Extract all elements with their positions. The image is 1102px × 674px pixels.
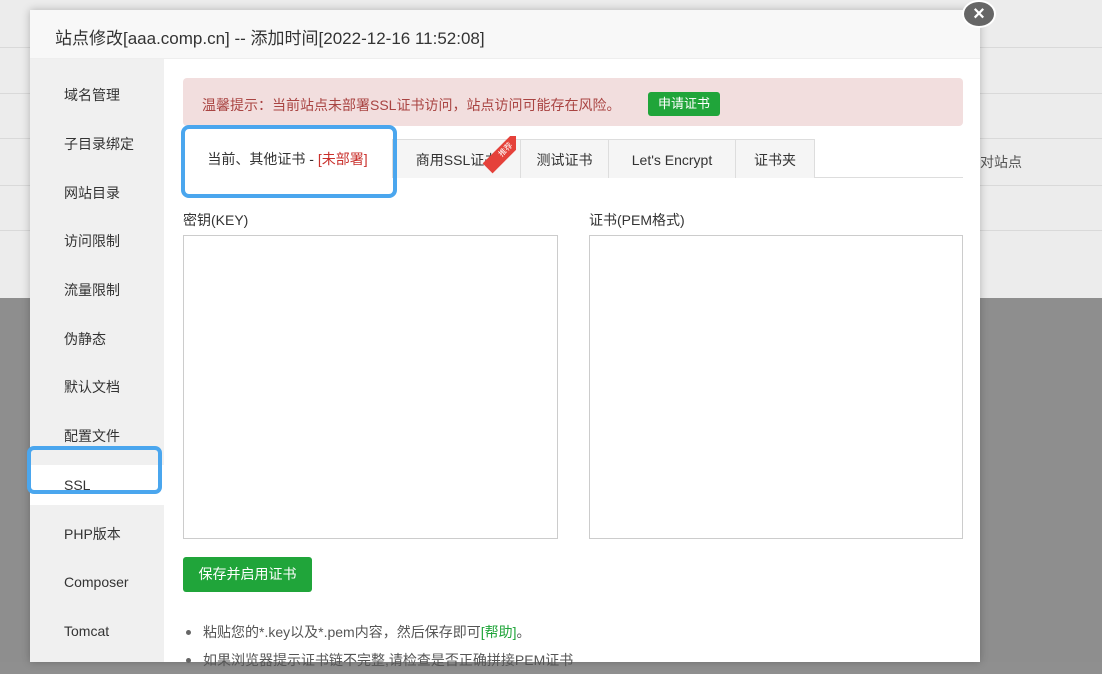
sidebar-item-traffic-limit[interactable]: 流量限制 xyxy=(30,270,164,310)
tab-highlight-outline xyxy=(181,125,397,198)
tab-certificate-folder[interactable]: 证书夹 xyxy=(735,139,815,178)
key-label: 密钥(KEY) xyxy=(183,212,249,228)
certificate-label: 证书(PEM格式) xyxy=(589,212,685,228)
certificate-pem-textarea[interactable] xyxy=(589,235,963,539)
sidebar-item-rewrite[interactable]: 伪静态 xyxy=(30,319,164,359)
recommend-badge: 推荐 xyxy=(478,136,516,174)
background-table-text: 对站点 xyxy=(980,154,1022,170)
save-enable-certificate-button[interactable]: 保存并启用证书 xyxy=(183,557,312,592)
ssl-highlight-outline xyxy=(27,446,162,494)
tab-lets-encrypt[interactable]: Let's Encrypt xyxy=(608,139,736,178)
sidebar-item-php-version[interactable]: PHP版本 xyxy=(30,514,164,554)
note-paste-text: 粘贴您的*.key以及*.pem内容，然后保存即可 xyxy=(203,624,481,640)
ssl-warning-alert: 温馨提示：当前站点未部署SSL证书访问，站点访问可能存在风险。 申请证书 xyxy=(183,78,963,126)
sidebar-item-site-directory[interactable]: 网站目录 xyxy=(30,173,164,213)
sidebar-item-domain-management[interactable]: 域名管理 xyxy=(30,75,164,115)
ssl-help-notes: 粘贴您的*.key以及*.pem内容，然后保存即可[帮助]。 如果浏览器提示证书… xyxy=(183,618,963,674)
apply-certificate-button[interactable]: 申请证书 xyxy=(648,92,720,116)
sidebar-item-composer[interactable]: Composer xyxy=(30,562,164,602)
note-paste-suffix: 。 xyxy=(516,624,531,640)
alert-message: 温馨提示：当前站点未部署SSL证书访问，站点访问可能存在风险。 xyxy=(202,97,621,113)
sidebar-item-default-document[interactable]: 默认文档 xyxy=(30,367,164,407)
modal-header: 站点修改[aaa.comp.cn] -- 添加时间[2022-12-16 11:… xyxy=(30,10,980,59)
sidebar-item-tomcat[interactable]: Tomcat xyxy=(30,611,164,651)
ssl-note-paste: 粘贴您的*.key以及*.pem内容，然后保存即可[帮助]。 xyxy=(183,618,963,646)
help-link[interactable]: [帮助] xyxy=(481,624,517,640)
ssl-note-chain: 如果浏览器提示证书链不完整,请检查是否正确拼接PEM证书 xyxy=(183,646,963,674)
settings-sidebar: 域名管理 子目录绑定 网站目录 访问限制 流量限制 伪静态 默认文档 配置文件 … xyxy=(30,59,164,662)
tab-test-certificate[interactable]: 测试证书 xyxy=(520,139,609,178)
recommend-badge-label: 推荐 xyxy=(482,136,516,174)
close-icon[interactable]: × xyxy=(962,0,996,28)
sidebar-item-subdirectory-binding[interactable]: 子目录绑定 xyxy=(30,124,164,164)
modal-title: 站点修改[aaa.comp.cn] -- 添加时间[2022-12-16 11:… xyxy=(55,29,485,48)
sidebar-item-access-restriction[interactable]: 访问限制 xyxy=(30,221,164,261)
private-key-textarea[interactable] xyxy=(183,235,558,539)
